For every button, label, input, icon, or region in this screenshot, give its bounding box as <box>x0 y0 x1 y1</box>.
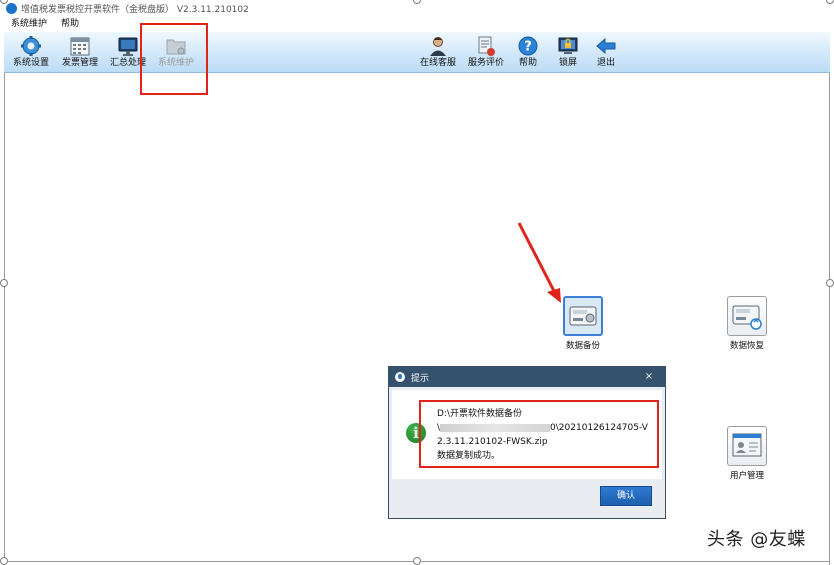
backup-disk-icon <box>563 296 603 336</box>
dialog-title: 提示 <box>411 373 430 384</box>
restore-disk-icon <box>727 296 767 336</box>
resize-handle[interactable] <box>0 557 8 565</box>
data-backup-button[interactable]: 数据备份 <box>561 296 605 351</box>
desk-item-label: 用户管理 <box>729 471 764 481</box>
dialog-footer: 确认 <box>389 480 665 518</box>
app-logo-icon <box>395 372 405 382</box>
dialog-title-bar: 提示 × <box>389 367 665 387</box>
confirm-button[interactable]: 确认 <box>600 486 652 506</box>
resize-handle[interactable] <box>413 557 421 565</box>
user-management-button[interactable]: 用户管理 <box>725 426 769 481</box>
desk-item-label: 数据恢复 <box>729 341 764 351</box>
resize-handle[interactable] <box>826 279 834 287</box>
watermark: 头条 @友蝶 <box>707 529 806 550</box>
close-icon[interactable]: × <box>638 370 660 383</box>
desk-item-label: 数据备份 <box>565 341 600 351</box>
user-card-icon <box>727 426 767 466</box>
annotation-box-message <box>419 400 659 468</box>
data-restore-button[interactable]: 数据恢复 <box>725 296 769 351</box>
resize-handle[interactable] <box>0 279 8 287</box>
